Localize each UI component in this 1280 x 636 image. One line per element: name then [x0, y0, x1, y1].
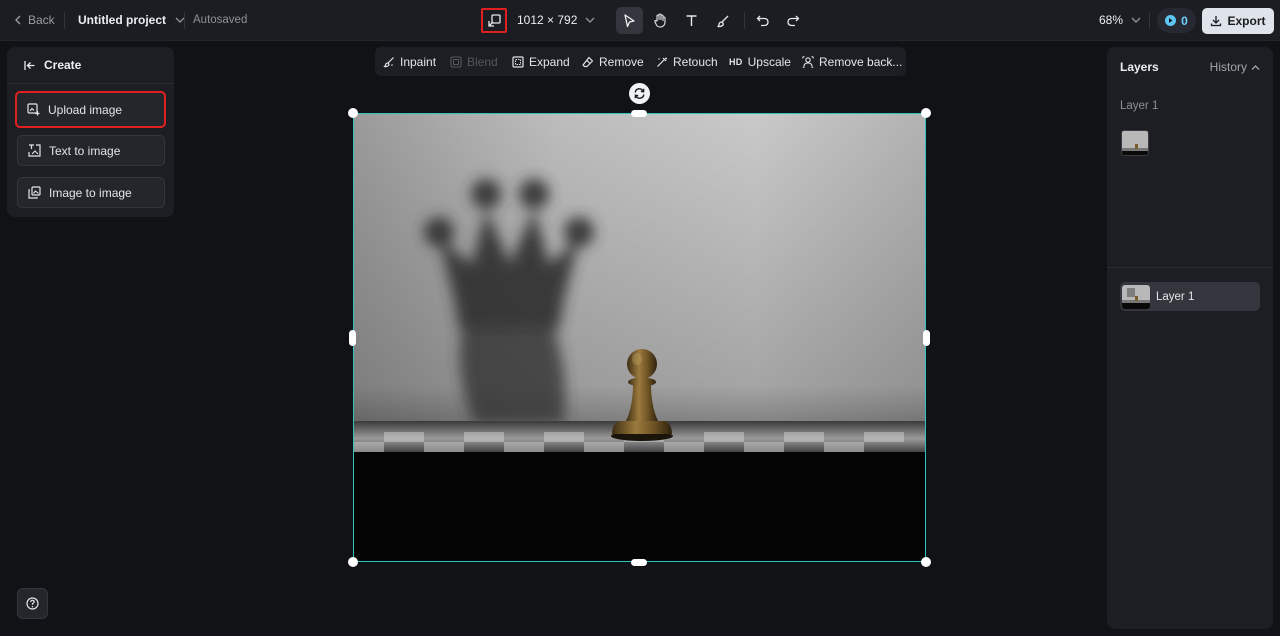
zoom-dropdown[interactable]: 68%: [1099, 13, 1141, 27]
layer-row-label: Layer 1: [1156, 290, 1195, 303]
export-button[interactable]: Export: [1202, 8, 1274, 34]
resize-handle-bottom[interactable]: [631, 559, 647, 566]
tab-history-label: History: [1209, 60, 1247, 74]
resize-icon: [487, 14, 501, 27]
divider: [744, 12, 745, 29]
canvas-photo: [354, 114, 925, 561]
top-bar: Back Untitled project Autosaved 1012 × 7…: [0, 0, 1280, 41]
credits-icon: [1165, 15, 1177, 26]
layers-panel: Layers History Layer 1 Layer 1: [1107, 47, 1273, 629]
resize-handle-bottom-right[interactable]: [921, 557, 931, 567]
canvas-size: 1012 × 792: [517, 13, 578, 27]
edit-toolbar: Inpaint Blend Expand Remove Retouch HD U…: [375, 47, 906, 76]
rotate-icon: [634, 88, 645, 99]
brush-icon: [716, 15, 728, 27]
resize-handle-top[interactable]: [631, 110, 647, 117]
upscale-button[interactable]: HD Upscale: [729, 55, 791, 69]
divider: [1107, 267, 1273, 268]
blend-icon: [450, 56, 462, 68]
image-to-image-label: Image to image: [49, 185, 132, 200]
expand-icon: [512, 56, 524, 68]
remove-button[interactable]: Remove: [582, 55, 644, 69]
resize-handle-top-left[interactable]: [348, 108, 358, 118]
download-icon: [1211, 16, 1222, 27]
redo-icon: [786, 15, 799, 27]
layer-row-thumbnail: [1122, 284, 1150, 309]
pointer-icon: [624, 13, 635, 27]
credits-count: 0: [1181, 13, 1188, 28]
remove-background-button[interactable]: Remove back...: [802, 55, 902, 69]
resize-handle-left[interactable]: [349, 330, 356, 346]
remove-background-icon: [802, 56, 814, 68]
inpaint-button[interactable]: Inpaint: [383, 55, 436, 69]
chevron-left-icon: [15, 15, 21, 25]
hand-icon: [653, 13, 666, 28]
export-label: Export: [1227, 14, 1266, 28]
inpaint-label: Inpaint: [400, 55, 437, 69]
back-label: Back: [28, 13, 55, 27]
remove-background-label: Remove back...: [819, 55, 903, 69]
undo-button[interactable]: [749, 7, 776, 34]
layers-panel-tabs: Layers History: [1120, 60, 1260, 74]
undo-icon: [756, 15, 769, 27]
layer-thumbnail[interactable]: [1121, 130, 1149, 156]
image-to-image-icon: [28, 186, 41, 199]
text-to-image-button[interactable]: Text to image: [17, 135, 165, 166]
project-title: Untitled project: [78, 13, 167, 27]
redo-button[interactable]: [779, 7, 806, 34]
remove-label: Remove: [599, 55, 644, 69]
upload-image-label: Upload image: [48, 102, 123, 117]
tab-history[interactable]: History: [1210, 60, 1260, 74]
canvas-image-frame[interactable]: [353, 113, 926, 562]
retouch-button[interactable]: Retouch: [656, 55, 718, 69]
retouch-label: Retouch: [673, 55, 718, 69]
help-icon: [26, 597, 39, 610]
resize-handle-bottom-left[interactable]: [348, 557, 358, 567]
blend-button[interactable]: Blend: [450, 55, 498, 69]
create-panel: Create Upload image Text to image Image …: [7, 47, 174, 217]
divider: [1149, 12, 1150, 29]
layer-row[interactable]: Layer 1: [1120, 282, 1260, 311]
create-panel-title: Create: [44, 58, 82, 72]
text-icon: [686, 15, 697, 26]
brush-tool[interactable]: [709, 7, 736, 34]
chevron-up-icon: [1251, 64, 1260, 70]
layer-group-label: Layer 1: [1120, 100, 1159, 112]
expand-label: Expand: [529, 55, 570, 69]
image-to-image-button[interactable]: Image to image: [17, 177, 165, 208]
divider: [64, 12, 65, 29]
back-button[interactable]: Back: [14, 13, 55, 27]
upload-image-button[interactable]: Upload image: [15, 91, 166, 128]
retouch-icon: [657, 57, 668, 67]
canvas-size-dropdown[interactable]: 1012 × 792: [517, 13, 595, 27]
help-button[interactable]: [17, 588, 48, 619]
text-to-image-icon: [28, 144, 41, 157]
blend-label: Blend: [467, 55, 498, 69]
hd-icon: HD: [729, 57, 743, 67]
eraser-icon: [582, 56, 594, 68]
autosave-status: Autosaved: [193, 14, 248, 26]
hand-tool[interactable]: [646, 7, 673, 34]
project-title-dropdown[interactable]: Untitled project: [78, 13, 185, 27]
divider: [184, 12, 185, 29]
zoom-level: 68%: [1099, 13, 1124, 27]
rotate-handle[interactable]: [629, 83, 650, 104]
chevron-down-icon: [585, 17, 595, 23]
resize-handle-right[interactable]: [923, 330, 930, 346]
create-panel-header[interactable]: Create: [7, 47, 174, 84]
tab-layers[interactable]: Layers: [1120, 60, 1159, 74]
upscale-label: Upscale: [747, 55, 791, 69]
collapse-left-icon: [24, 60, 35, 70]
resize-handle-top-right[interactable]: [921, 108, 931, 118]
expand-button[interactable]: Expand: [512, 55, 570, 69]
text-to-image-label: Text to image: [49, 143, 121, 158]
inpaint-icon: [383, 57, 394, 68]
resize-canvas-button[interactable]: [481, 8, 507, 33]
select-tool[interactable]: [616, 7, 643, 34]
credits-badge[interactable]: 0: [1157, 8, 1196, 33]
chevron-down-icon: [1131, 17, 1141, 23]
upload-image-icon: [27, 103, 40, 116]
text-tool[interactable]: [678, 7, 705, 34]
